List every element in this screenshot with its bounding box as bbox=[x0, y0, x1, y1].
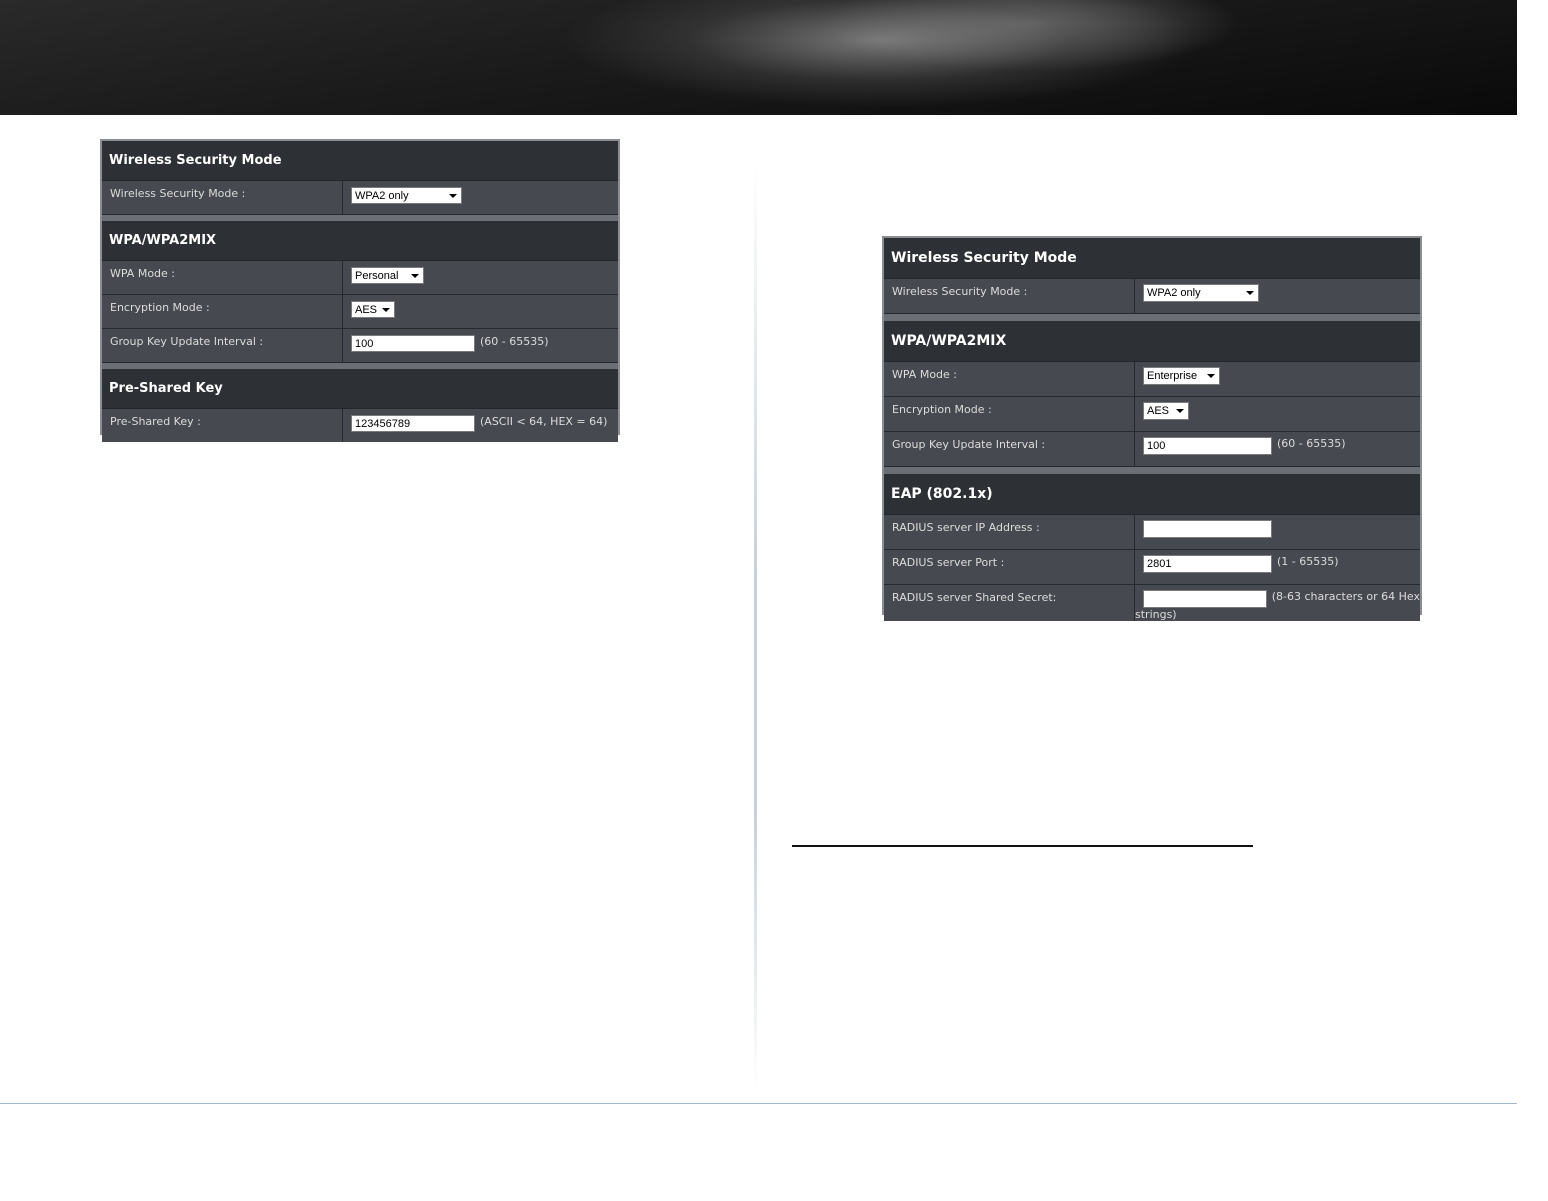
radius-ip-label: RADIUS server IP Address : bbox=[884, 515, 1135, 549]
group-key-input[interactable]: 100 bbox=[351, 335, 475, 352]
group-key-hint: (60 - 65535) bbox=[1277, 437, 1346, 450]
section-gap bbox=[884, 314, 1420, 321]
security-mode-select[interactable]: WPA2 only bbox=[351, 187, 462, 204]
group-key-input[interactable]: 100 bbox=[1143, 437, 1272, 455]
wpa-personal-settings-panel: Wireless Security Mode Wireless Security… bbox=[100, 139, 620, 442]
wpa-mode-value: Personal bbox=[355, 269, 399, 282]
radius-secret-row: RADIUS server Shared Secret: (8-63 chara… bbox=[884, 585, 1420, 621]
psk-hint: (ASCII < 64, HEX = 64) bbox=[480, 415, 608, 428]
psk-input[interactable]: 123456789 bbox=[351, 415, 475, 432]
header-banner bbox=[0, 0, 1517, 115]
radius-secret-input[interactable] bbox=[1143, 590, 1267, 608]
chevron-down-icon bbox=[1246, 291, 1254, 295]
security-mode-value: WPA2 only bbox=[1147, 287, 1201, 299]
radius-port-hint: (1 - 65535) bbox=[1277, 555, 1339, 568]
section-title: EAP (802.1x) bbox=[884, 474, 1420, 515]
chevron-down-icon bbox=[382, 307, 390, 312]
group-key-row: Group Key Update Interval : 100 (60 - 65… bbox=[884, 432, 1420, 467]
security-mode-label: Wireless Security Mode : bbox=[102, 181, 343, 214]
encryption-mode-value: AES bbox=[1147, 405, 1170, 417]
wpa-mode-row: WPA Mode : Enterprise bbox=[884, 362, 1420, 397]
page-divider bbox=[754, 160, 757, 1090]
encryption-mode-row: Encryption Mode : AES bbox=[102, 295, 618, 329]
security-mode-value: WPA2 only bbox=[355, 189, 409, 202]
radius-secret-hint-wrap: strings) bbox=[1135, 608, 1177, 621]
encryption-mode-select[interactable]: AES bbox=[351, 301, 395, 318]
group-key-hint: (60 - 65535) bbox=[480, 335, 549, 348]
wpa-enterprise-settings-panel: Wireless Security Mode Wireless Security… bbox=[882, 236, 1422, 621]
security-mode-row: Wireless Security Mode : WPA2 only bbox=[102, 181, 618, 215]
radius-ip-input[interactable] bbox=[1143, 520, 1272, 538]
group-key-label: Group Key Update Interval : bbox=[102, 329, 343, 362]
section-title: WPA/WPA2MIX bbox=[884, 321, 1420, 362]
radius-ip-row: RADIUS server IP Address : bbox=[884, 515, 1420, 550]
chevron-down-icon bbox=[449, 193, 457, 198]
chevron-down-icon bbox=[1176, 409, 1184, 413]
encryption-mode-select[interactable]: AES bbox=[1143, 402, 1189, 420]
wpa-mode-row: WPA Mode : Personal bbox=[102, 261, 618, 295]
radius-port-label: RADIUS server Port : bbox=[884, 550, 1135, 584]
section-title: WPA/WPA2MIX bbox=[102, 221, 618, 261]
horizontal-rule bbox=[792, 845, 1253, 847]
section-title: Wireless Security Mode bbox=[102, 141, 618, 181]
wpa-mode-value: Enterprise bbox=[1147, 370, 1198, 382]
psk-row: Pre-Shared Key : 123456789 (ASCII < 64, … bbox=[102, 409, 618, 442]
security-mode-row: Wireless Security Mode : WPA2 only bbox=[884, 279, 1420, 314]
section-title: Pre-Shared Key bbox=[102, 369, 618, 409]
wpa-mode-label: WPA Mode : bbox=[884, 362, 1135, 396]
encryption-mode-row: Encryption Mode : AES bbox=[884, 397, 1420, 432]
wpa-mode-select[interactable]: Enterprise bbox=[1143, 367, 1220, 385]
encryption-mode-label: Encryption Mode : bbox=[102, 295, 343, 328]
chevron-down-icon bbox=[411, 273, 419, 278]
group-key-label: Group Key Update Interval : bbox=[884, 432, 1135, 466]
section-gap bbox=[884, 467, 1420, 474]
wpa-mode-label: WPA Mode : bbox=[102, 261, 343, 294]
chevron-down-icon bbox=[1207, 374, 1215, 378]
security-mode-label: Wireless Security Mode : bbox=[884, 279, 1135, 313]
footer-line bbox=[0, 1103, 1517, 1104]
security-mode-select[interactable]: WPA2 only bbox=[1143, 284, 1259, 302]
radius-port-input[interactable]: 2801 bbox=[1143, 555, 1272, 573]
radius-secret-label: RADIUS server Shared Secret: bbox=[884, 585, 1135, 621]
radius-port-row: RADIUS server Port : 2801 (1 - 65535) bbox=[884, 550, 1420, 585]
psk-label: Pre-Shared Key : bbox=[102, 409, 343, 442]
group-key-row: Group Key Update Interval : 100 (60 - 65… bbox=[102, 329, 618, 363]
radius-secret-hint: (8-63 characters or 64 Hex bbox=[1271, 590, 1420, 603]
wpa-mode-select[interactable]: Personal bbox=[351, 267, 424, 284]
section-title: Wireless Security Mode bbox=[884, 238, 1420, 279]
encryption-mode-value: AES bbox=[355, 303, 378, 316]
encryption-mode-label: Encryption Mode : bbox=[884, 397, 1135, 431]
